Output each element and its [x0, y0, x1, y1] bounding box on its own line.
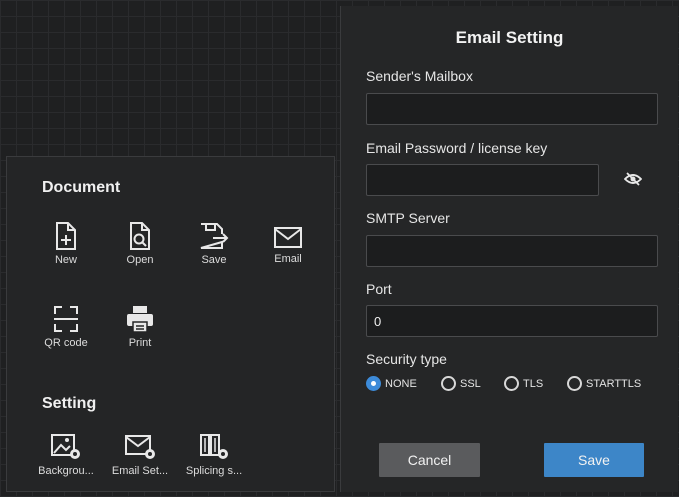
port-input[interactable]	[366, 305, 658, 337]
background-settings-button[interactable]: Backgrou...	[36, 433, 96, 477]
setting-section-title: Setting	[42, 395, 97, 412]
save-button[interactable]: Save	[544, 443, 644, 477]
radio-indicator	[441, 376, 456, 391]
sender-mailbox-input[interactable]	[366, 93, 658, 125]
smtp-server-label: SMTP Server	[366, 210, 450, 226]
background-settings-icon	[51, 434, 80, 459]
email-settings-label: Email Set...	[111, 465, 169, 477]
new-button[interactable]: New	[36, 222, 96, 266]
save-button-tool[interactable]: Save	[184, 222, 244, 266]
security-ssl-label: SSL	[460, 377, 481, 390]
document-section-title: Document	[42, 179, 121, 196]
new-label: New	[54, 254, 77, 266]
security-starttls-radio[interactable]: STARTTLS	[567, 376, 641, 391]
print-button[interactable]: Print	[110, 305, 170, 349]
save-icon	[200, 223, 229, 249]
cancel-button[interactable]: Cancel	[379, 443, 480, 477]
email-button[interactable]: Email	[258, 225, 318, 265]
print-label: Print	[128, 337, 152, 349]
radio-indicator	[567, 376, 582, 391]
qr-code-label: QR code	[44, 337, 88, 349]
splicing-settings-icon	[200, 434, 228, 459]
splicing-settings-label: Splicing s...	[185, 465, 243, 477]
security-tls-radio[interactable]: TLS	[504, 376, 543, 391]
qr-code-icon	[54, 306, 78, 332]
splicing-settings-button[interactable]: Splicing s...	[184, 433, 244, 477]
smtp-server-input[interactable]	[366, 235, 658, 267]
background-settings-label: Backgrou...	[38, 465, 94, 477]
open-label: Open	[126, 254, 154, 266]
email-label: Email	[274, 253, 302, 265]
print-icon	[127, 306, 153, 333]
email-settings-button[interactable]: Email Set...	[110, 433, 170, 477]
qr-code-button[interactable]: QR code	[36, 305, 96, 349]
security-none-radio[interactable]: NONE	[366, 376, 417, 391]
security-ssl-radio[interactable]: SSL	[441, 376, 481, 391]
security-tls-label: TLS	[523, 377, 544, 390]
save-label: Save	[201, 254, 227, 266]
security-none-label: NONE	[385, 377, 417, 390]
open-file-icon	[130, 222, 150, 250]
sender-mailbox-label: Sender's Mailbox	[366, 68, 473, 84]
open-button[interactable]: Open	[110, 222, 170, 266]
new-file-icon	[56, 222, 76, 250]
panel-title: Email Setting	[455, 28, 564, 47]
email-setting-panel: Email Setting Sender's Mailbox Email Pas…	[340, 6, 678, 492]
email-password-label: Email Password / license key	[366, 140, 548, 156]
email-icon	[274, 227, 302, 248]
radio-indicator	[504, 376, 519, 391]
radio-indicator	[366, 376, 381, 391]
tool-panel: Document New Open Save Email QR code Pri…	[6, 156, 335, 492]
hide-password-icon[interactable]	[624, 171, 642, 187]
email-password-input[interactable]	[366, 164, 599, 196]
security-type-label: Security type	[366, 351, 447, 367]
port-label: Port	[366, 281, 392, 297]
email-settings-icon	[125, 435, 155, 459]
security-starttls-label: STARTTLS	[586, 377, 642, 390]
